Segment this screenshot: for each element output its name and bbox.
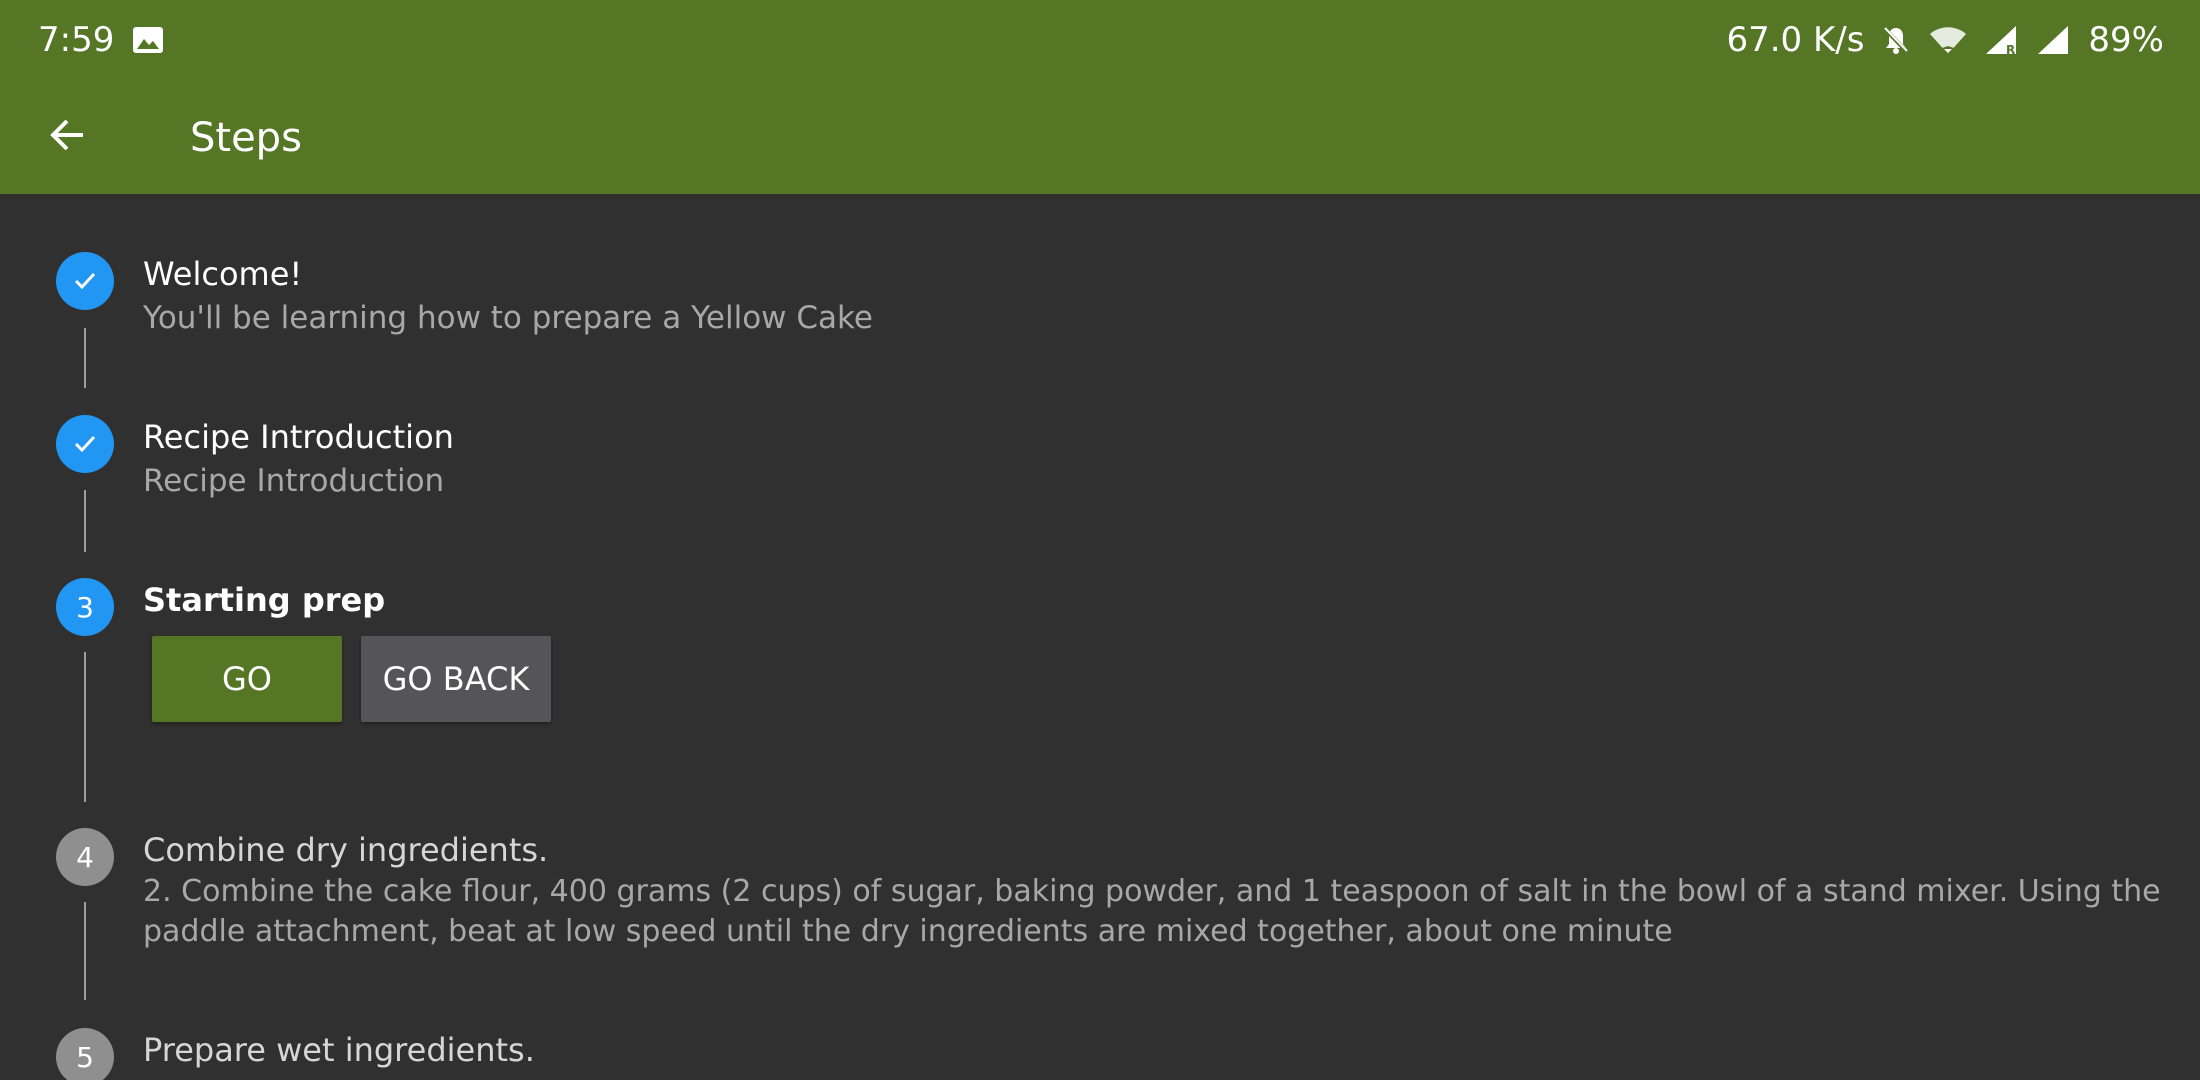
wifi-icon xyxy=(1928,24,1968,56)
back-button[interactable] xyxy=(32,104,102,170)
signal-icon xyxy=(2036,24,2072,56)
step-1-check-icon xyxy=(56,252,114,310)
step-connector xyxy=(84,328,86,388)
step-5-title: Prepare wet ingredients. xyxy=(143,1031,535,1069)
app-bar: Steps xyxy=(0,80,2200,194)
step-connector xyxy=(84,902,86,1000)
battery-percent: 89% xyxy=(2088,20,2164,60)
page-title: Steps xyxy=(190,115,302,161)
signal-r-icon: R xyxy=(1984,24,2020,56)
step-1-subtitle: You'll be learning how to prepare a Yell… xyxy=(143,300,873,336)
step-2-subtitle: Recipe Introduction xyxy=(143,463,445,499)
svg-text:R: R xyxy=(2006,43,2015,56)
step-3-title: Starting prep xyxy=(143,581,386,619)
step-4-description: 2. Combine the cake flour, 400 grams (2 … xyxy=(143,874,2161,949)
step-5-number: 5 xyxy=(56,1028,114,1080)
arrow-back-icon xyxy=(47,115,87,159)
status-icons: 67.0 K/s R 89% xyxy=(1726,18,2164,62)
step-3-number: 3 xyxy=(56,578,114,636)
go-button[interactable]: GO xyxy=(152,636,342,722)
status-bar: 7:59 67.0 K/s R 89% xyxy=(0,0,2200,80)
stepper: Welcome! You'll be learning how to prepa… xyxy=(0,194,2200,1080)
go-back-button[interactable]: GO BACK xyxy=(361,636,551,722)
step-4-title: Combine dry ingredients. xyxy=(143,831,549,869)
step-4-number: 4 xyxy=(56,828,114,886)
net-speed: 67.0 K/s xyxy=(1726,20,1865,60)
image-icon xyxy=(132,26,164,54)
step-connector xyxy=(84,490,86,552)
status-time: 7:59 xyxy=(38,20,115,60)
step-2-title: Recipe Introduction xyxy=(143,418,454,456)
step-2-check-icon xyxy=(56,415,114,473)
step-1-title: Welcome! xyxy=(143,255,303,293)
bell-off-icon xyxy=(1880,24,1912,56)
step-connector xyxy=(84,652,86,802)
